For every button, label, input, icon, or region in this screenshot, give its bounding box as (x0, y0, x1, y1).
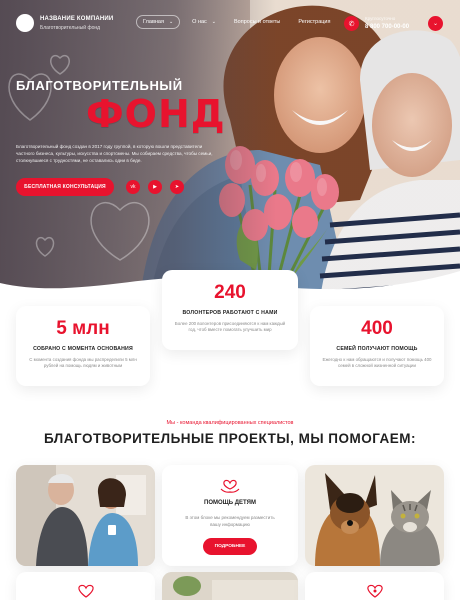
vk-icon[interactable]: vk (126, 180, 140, 194)
stat-description: С момента создания фонда мы распределили… (29, 357, 137, 368)
chevron-down-icon: ⌄ (168, 19, 174, 25)
phone-number[interactable]: 8 800 700-00-00 (365, 24, 409, 30)
phone-hours-label: Круглосуточно (365, 16, 396, 21)
hero-title-line1: БЛАГОТВОРИТЕЛЬНЫЙ (16, 78, 183, 93)
nav-item-about[interactable]: О нас ⌄ (186, 15, 222, 29)
chevron-down-icon: ⌄ (211, 19, 216, 25)
section-title: БЛАГОТВОРИТЕЛЬНЫЕ ПРОЕКТЫ, МЫ ПОМОГАЕМ: (43, 431, 417, 446)
company-name[interactable]: НАЗВАНИЕ КОМПАНИИ (40, 16, 113, 22)
section-subtitle: Мы - команда квалифицированных специалис… (166, 420, 294, 426)
stat-card: 400 СЕМЕЙ ПОЛУЧАЮТ ПОМОЩЬ Ежегодно к нам… (310, 306, 444, 386)
heart-hands-icon (162, 477, 298, 495)
stat-description: Ежегодно к нам обращаются и получают пом… (322, 357, 432, 368)
project-card (16, 572, 155, 600)
stat-value: 5 млн (56, 318, 110, 339)
stat-value: 400 (361, 318, 393, 339)
stat-title: СЕМЕЙ ПОЛУЧАЮТ ПОМОЩЬ (336, 346, 418, 352)
nav-item-home[interactable]: Главная ⌄ (136, 15, 181, 29)
main-nav: Главная ⌄ О нас ⌄ Вопросы и ответы Регис… (136, 15, 342, 29)
project-card-title: ПОМОЩЬ ДЕТЯМ (204, 500, 256, 506)
paw-heart-icon (305, 584, 444, 598)
youtube-icon[interactable]: ▶ (148, 180, 162, 194)
free-consultation-button[interactable]: БЕСПЛАТНАЯ КОНСУЛЬТАЦИЯ (16, 178, 114, 196)
stat-card: 5 млн СОБРАНО С МОМЕНТА ОСНОВАНИЯ С моме… (16, 306, 150, 386)
stat-description: Более 200 волонтеров присоединяются к на… (174, 321, 286, 332)
more-details-button[interactable]: ПОДРОБНЕЕ (203, 538, 257, 555)
company-logo[interactable] (16, 14, 34, 32)
stat-value: 240 (214, 282, 246, 303)
nav-item-faq[interactable]: Вопросы и ответы (228, 15, 286, 29)
stat-title: ВОЛОНТЕРОВ РАБОТАЮТ С НАМИ (182, 310, 278, 316)
project-card (305, 572, 444, 600)
project-photo-elderly-care[interactable] (16, 465, 155, 566)
project-photo-image (162, 572, 298, 600)
menu-toggle-button[interactable]: ⌄ (428, 16, 443, 31)
project-photo[interactable] (162, 572, 298, 600)
project-photo-animal-help[interactable] (305, 465, 444, 566)
nav-item-label: Главная (143, 19, 164, 25)
hero-description: Благотворительный фонд создан в 2017 год… (16, 144, 213, 163)
nav-item-label: Вопросы и ответы (234, 19, 281, 25)
nav-item-label: Регистрация (298, 19, 331, 25)
stat-card: 240 ВОЛОНТЕРОВ РАБОТАЮТ С НАМИ Более 200… (162, 270, 298, 350)
chevron-down-icon: ⌄ (432, 21, 439, 27)
phone-icon[interactable]: ✆ (344, 16, 359, 31)
pets-photo (305, 465, 444, 566)
project-card-help-children: ПОМОЩЬ ДЕТЯМ В этом блоке мы рекомендуем… (162, 465, 298, 566)
hero-title-line2: ФОНД (86, 92, 226, 136)
stat-title: СОБРАНО С МОМЕНТА ОСНОВАНИЯ (33, 346, 133, 352)
heart-icon (16, 584, 155, 598)
elderly-care-photo (16, 465, 155, 566)
telegram-icon[interactable]: ➤ (170, 180, 184, 194)
company-tagline: Благотворительный фонд (40, 25, 101, 31)
project-card-description: В этом блоке мы рекомендуем разместить в… (185, 515, 275, 527)
nav-item-registration[interactable]: Регистрация (292, 15, 336, 29)
nav-item-label: О нас (192, 19, 207, 25)
